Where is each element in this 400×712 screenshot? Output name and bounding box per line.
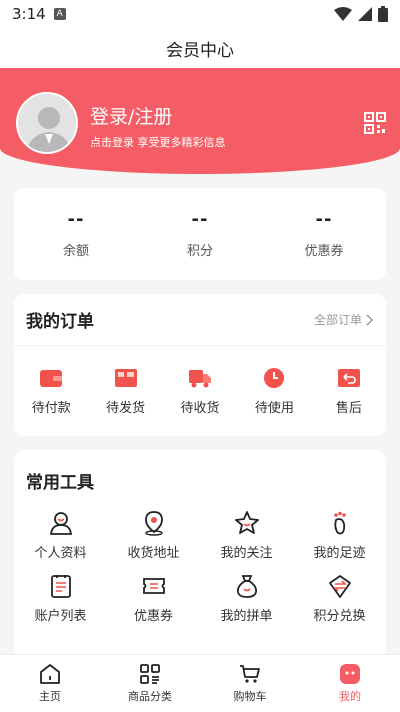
- moneybag-icon: [236, 575, 257, 598]
- tool-label: 个人资料: [34, 546, 87, 561]
- orders-header: 我的订单 全部订单: [14, 294, 386, 346]
- coupon-icon: [142, 578, 165, 594]
- tools-grid: 个人资料 收货地址 我的关注 我的足迹 账户列表 优惠券 我的拼单 积分兑换: [14, 510, 386, 624]
- clock-icon: [264, 367, 285, 388]
- status-time: 3:14: [12, 5, 46, 23]
- list-icon: [50, 575, 71, 598]
- signal-icon: [358, 7, 372, 21]
- profile-banner[interactable]: 登录/注册 点击登录 享受更多精彩信息: [0, 68, 400, 174]
- profile-icon: [340, 663, 360, 684]
- tool-group-orders[interactable]: 我的拼单: [200, 573, 293, 624]
- tool-label: 我的拼单: [220, 609, 273, 624]
- exchange-icon: [328, 575, 351, 598]
- tab-label: 我的: [339, 689, 361, 703]
- default-avatar-icon: [18, 94, 76, 152]
- wifi-icon: [334, 7, 352, 21]
- stat-value: --: [315, 209, 333, 230]
- page-title: 会员中心: [166, 40, 234, 61]
- battery-icon: [378, 6, 388, 22]
- tab-label: 购物车: [233, 689, 267, 703]
- stat-points[interactable]: -- 积分: [138, 188, 262, 280]
- stat-value: --: [67, 209, 85, 230]
- tool-label: 我的足迹: [313, 546, 366, 561]
- stat-balance[interactable]: -- 余额: [14, 188, 138, 280]
- order-label: 待收货: [180, 400, 220, 416]
- tool-label: 账户列表: [34, 609, 87, 624]
- tool-footprints[interactable]: 我的足迹: [293, 510, 386, 561]
- tool-accounts[interactable]: 账户列表: [14, 573, 107, 624]
- bottom-tab-bar: 主页 商品分类 购物车 我的: [0, 654, 400, 712]
- order-pending-receipt[interactable]: 待收货: [163, 367, 237, 416]
- tab-categories[interactable]: 商品分类: [100, 655, 200, 712]
- category-icon: [140, 663, 160, 684]
- stat-value: --: [191, 209, 209, 230]
- account-stats-card: -- 余额 -- 积分 -- 优惠券: [14, 188, 386, 280]
- tool-address[interactable]: 收货地址: [107, 510, 200, 561]
- order-after-sales[interactable]: 售后: [312, 367, 386, 416]
- common-tools-card: 常用工具 个人资料 收货地址 我的关注 我的足迹 账户列表 优惠券 我的拼单 积…: [14, 450, 386, 670]
- avatar[interactable]: [16, 92, 78, 154]
- tab-home[interactable]: 主页: [0, 655, 100, 712]
- all-orders-label: 全部订单: [313, 313, 362, 327]
- tools-title: 常用工具: [26, 472, 94, 493]
- my-orders-card: 我的订单 全部订单 待付款 待发货 待收货 待使用 售后: [14, 294, 386, 436]
- location-icon: [144, 511, 163, 536]
- tool-profile[interactable]: 个人资料: [14, 510, 107, 561]
- package-icon: [114, 368, 137, 387]
- stat-label: 余额: [62, 244, 89, 259]
- order-label: 待发货: [106, 400, 146, 416]
- order-label: 售后: [335, 400, 362, 416]
- tools-header: 常用工具: [14, 450, 386, 510]
- tool-points-exchange[interactable]: 积分兑换: [293, 573, 386, 624]
- title-bar: 会员中心: [0, 28, 400, 68]
- tool-label: 我的关注: [220, 546, 273, 561]
- home-icon: [40, 663, 60, 684]
- return-icon: [337, 368, 360, 387]
- tool-label: 优惠券: [133, 609, 173, 624]
- login-hint: 点击登录 享受更多精彩信息: [90, 136, 226, 149]
- tool-label: 收货地址: [127, 546, 180, 561]
- login-register-link[interactable]: 登录/注册: [90, 102, 172, 129]
- tab-mine[interactable]: 我的: [300, 655, 400, 712]
- footprint-icon: [333, 511, 346, 535]
- order-label: 待使用: [254, 400, 294, 416]
- chevron-right-icon: [366, 313, 374, 326]
- user-icon: [49, 512, 72, 535]
- stat-label: 积分: [186, 244, 213, 259]
- order-pending-payment[interactable]: 待付款: [14, 367, 88, 416]
- tool-coupons[interactable]: 优惠券: [107, 573, 200, 624]
- tab-label: 主页: [39, 689, 61, 703]
- all-orders-link[interactable]: 全部订单: [314, 311, 374, 328]
- order-pending-shipment[interactable]: 待发货: [88, 367, 162, 416]
- status-indicators: [334, 6, 388, 22]
- stat-label: 优惠券: [304, 244, 344, 259]
- wallet-icon: [40, 369, 63, 387]
- status-bar: 3:14 A: [0, 0, 400, 28]
- orders-title: 我的订单: [26, 312, 94, 332]
- star-icon: [234, 511, 259, 534]
- tool-label: 积分兑换: [313, 609, 366, 624]
- notification-a-icon: A: [53, 8, 66, 20]
- tab-cart[interactable]: 购物车: [200, 655, 300, 712]
- order-status-row: 待付款 待发货 待收货 待使用 售后: [14, 346, 386, 436]
- cart-icon: [240, 664, 260, 683]
- truck-icon: [189, 369, 212, 387]
- tool-following[interactable]: 我的关注: [200, 510, 293, 561]
- order-to-use[interactable]: 待使用: [237, 367, 311, 416]
- order-label: 待付款: [31, 400, 71, 416]
- tab-label: 商品分类: [128, 689, 172, 703]
- qr-code-icon[interactable]: [364, 112, 386, 134]
- stat-coupons[interactable]: -- 优惠券: [262, 188, 386, 280]
